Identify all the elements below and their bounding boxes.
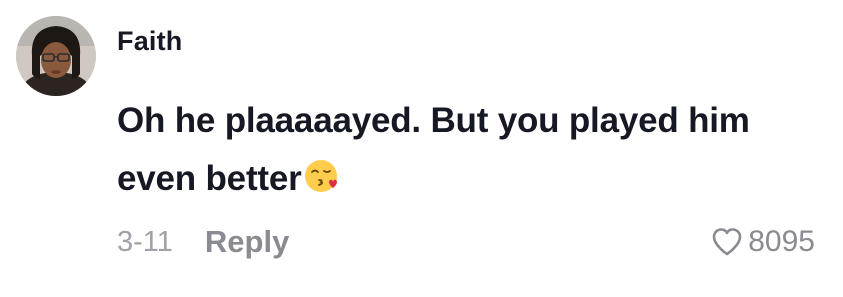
- avatar[interactable]: [16, 16, 96, 96]
- comment-date: 3-11: [117, 225, 173, 258]
- comment-body: Oh he plaaaaayed. But you played him eve…: [117, 92, 817, 208]
- heart-icon: [712, 228, 742, 256]
- comment-item: Faith Oh he plaaaaayed. But you played h…: [0, 0, 843, 297]
- like-count: 8095: [748, 225, 815, 258]
- comment-username[interactable]: Faith: [117, 26, 183, 57]
- comment-meta: 3-11 Reply: [117, 222, 289, 262]
- kissing-face-with-heart-icon: [303, 154, 339, 192]
- reply-button[interactable]: Reply: [205, 224, 289, 260]
- like-button[interactable]: 8095: [710, 222, 815, 262]
- comment-text: Oh he plaaaaayed. But you played him eve…: [117, 101, 750, 198]
